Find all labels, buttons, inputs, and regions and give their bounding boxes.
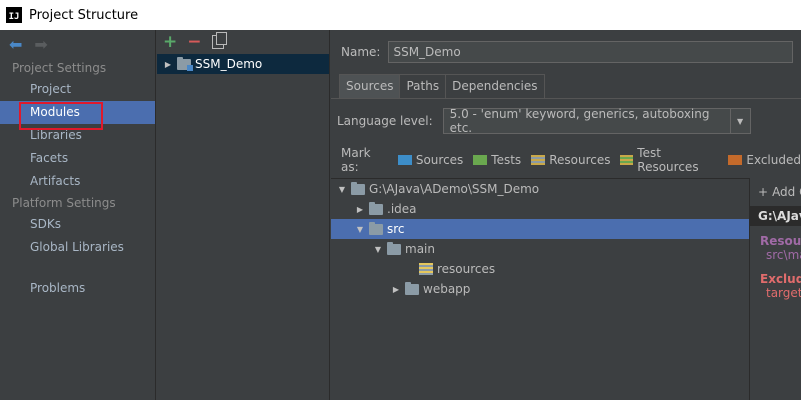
nav-arrows: ⬅ ➡ bbox=[0, 30, 155, 58]
tree-row-main[interactable]: ▼ main bbox=[331, 239, 749, 259]
nav-item-problems[interactable]: Problems bbox=[0, 277, 155, 300]
module-toolbar: + − bbox=[157, 30, 329, 54]
language-level-label: Language level: bbox=[337, 114, 433, 128]
test-resources-folder-icon bbox=[620, 155, 634, 165]
language-level-row: Language level: 5.0 - 'enum' keyword, ge… bbox=[331, 99, 801, 143]
plus-icon: + bbox=[758, 185, 769, 199]
tab-paths[interactable]: Paths bbox=[399, 74, 447, 98]
resource-folders-header: Resource bbox=[760, 234, 801, 248]
module-content: Name: SSM_Demo Sources Paths Dependencie… bbox=[331, 30, 801, 400]
forward-arrow-icon[interactable]: ➡ bbox=[34, 35, 47, 54]
mark-excluded-button[interactable]: Excluded bbox=[728, 153, 801, 167]
module-list-panel: + − ▶ SSM_Demo bbox=[157, 30, 330, 400]
add-icon[interactable]: + bbox=[163, 32, 177, 52]
language-level-select[interactable]: 5.0 - 'enum' keyword, generics, autoboxi… bbox=[442, 107, 751, 135]
content-root-panel: + Add C G:\AJav Resource src\ma Exclude … bbox=[749, 178, 801, 400]
tree-row-root[interactable]: ▼ G:\AJava\ADemo\SSM_Demo bbox=[331, 179, 749, 199]
resources-folder-icon bbox=[531, 155, 546, 165]
tree-main-label: main bbox=[405, 242, 435, 256]
mark-sources-button[interactable]: Sources bbox=[397, 153, 464, 167]
tree-idea-label: .idea bbox=[387, 202, 417, 216]
mark-as-row: Mark as: Sources Tests Resources Test Re… bbox=[331, 146, 801, 174]
resources-folder-icon bbox=[419, 263, 433, 275]
tree-row-webapp[interactable]: ▶ webapp bbox=[331, 279, 749, 299]
tree-resources-label: resources bbox=[437, 262, 496, 276]
mark-resources-label: Resources bbox=[549, 153, 611, 167]
folder-icon bbox=[351, 181, 365, 195]
project-settings-header: Project Settings bbox=[12, 61, 107, 75]
tests-folder-icon bbox=[473, 155, 488, 165]
project-structure-window: ⬅ ➡ Project Settings Project Modules Lib… bbox=[0, 30, 801, 400]
folder-icon bbox=[369, 201, 383, 215]
back-arrow-icon[interactable]: ⬅ bbox=[9, 35, 22, 54]
mark-resources-button[interactable]: Resources bbox=[531, 153, 610, 167]
chevron-down-icon[interactable]: ▼ bbox=[729, 109, 750, 133]
mark-test-resources-button[interactable]: Test Resources bbox=[620, 146, 718, 174]
mark-tests-label: Tests bbox=[491, 153, 522, 167]
title-bar: IJ Project Structure bbox=[0, 0, 801, 30]
content-root-path: G:\AJav bbox=[750, 206, 801, 226]
add-content-root-button[interactable]: + Add C bbox=[750, 178, 801, 206]
collapse-triangle-icon[interactable]: ▼ bbox=[371, 245, 385, 254]
language-level-value: 5.0 - 'enum' keyword, generics, autoboxi… bbox=[449, 107, 710, 135]
intellij-app-icon: IJ bbox=[6, 7, 22, 23]
tab-dependencies[interactable]: Dependencies bbox=[445, 74, 545, 98]
expand-triangle-icon[interactable]: ▶ bbox=[353, 205, 367, 214]
collapse-triangle-icon[interactable]: ▼ bbox=[353, 225, 367, 234]
resource-folder-path[interactable]: src\ma bbox=[750, 248, 801, 262]
expand-triangle-icon[interactable]: ▶ bbox=[389, 285, 403, 294]
window-title: Project Structure bbox=[29, 7, 139, 23]
nav-item-artifacts[interactable]: Artifacts bbox=[0, 170, 155, 193]
name-label: Name: bbox=[341, 45, 381, 59]
module-row-ssm-demo[interactable]: ▶ SSM_Demo bbox=[157, 54, 329, 74]
remove-icon[interactable]: − bbox=[187, 32, 201, 52]
tree-row-idea[interactable]: ▶ .idea bbox=[331, 199, 749, 219]
nav-item-project[interactable]: Project bbox=[0, 78, 155, 101]
tab-sources[interactable]: Sources bbox=[339, 74, 401, 98]
module-folder-icon bbox=[177, 56, 193, 71]
tree-row-resources[interactable]: resources bbox=[331, 259, 749, 279]
folder-icon bbox=[387, 241, 401, 255]
mark-tests-button[interactable]: Tests bbox=[473, 153, 521, 167]
mark-test-resources-label: Test Resources bbox=[637, 146, 699, 174]
tree-webapp-label: webapp bbox=[423, 282, 471, 296]
name-row: Name: SSM_Demo bbox=[331, 30, 801, 74]
nav-item-sdks[interactable]: SDKs bbox=[0, 213, 155, 236]
add-content-root-label: Add C bbox=[772, 185, 801, 199]
copy-icon[interactable] bbox=[211, 32, 227, 49]
mark-excluded-label: Excluded bbox=[746, 153, 801, 167]
expand-triangle-icon[interactable]: ▶ bbox=[161, 60, 175, 69]
module-name: SSM_Demo bbox=[195, 57, 263, 71]
mark-sources-label: Sources bbox=[415, 153, 464, 167]
nav-item-facets[interactable]: Facets bbox=[0, 147, 155, 170]
excluded-folder-icon bbox=[728, 155, 743, 165]
excluded-folders-header: Exclude bbox=[760, 272, 801, 286]
tree-root-label: G:\AJava\ADemo\SSM_Demo bbox=[369, 182, 540, 196]
folder-icon bbox=[369, 221, 383, 235]
sources-folder-icon bbox=[397, 155, 412, 165]
tree-src-label: src bbox=[387, 222, 405, 236]
modules-highlight-box bbox=[19, 102, 103, 130]
settings-nav: ⬅ ➡ Project Settings Project Modules Lib… bbox=[0, 30, 156, 400]
collapse-triangle-icon[interactable]: ▼ bbox=[335, 185, 349, 194]
module-tabs: Sources Paths Dependencies bbox=[331, 74, 801, 98]
excluded-folder-path[interactable]: target bbox=[750, 286, 801, 300]
tree-row-src[interactable]: ▼ src bbox=[331, 219, 749, 239]
mark-as-label: Mark as: bbox=[341, 146, 371, 174]
platform-settings-header: Platform Settings bbox=[12, 196, 116, 210]
name-input[interactable]: SSM_Demo bbox=[388, 41, 794, 63]
source-tree: ▼ G:\AJava\ADemo\SSM_Demo ▶ .idea ▼ src … bbox=[331, 178, 749, 400]
nav-item-global-libraries[interactable]: Global Libraries bbox=[0, 236, 155, 259]
folder-icon bbox=[405, 281, 419, 295]
